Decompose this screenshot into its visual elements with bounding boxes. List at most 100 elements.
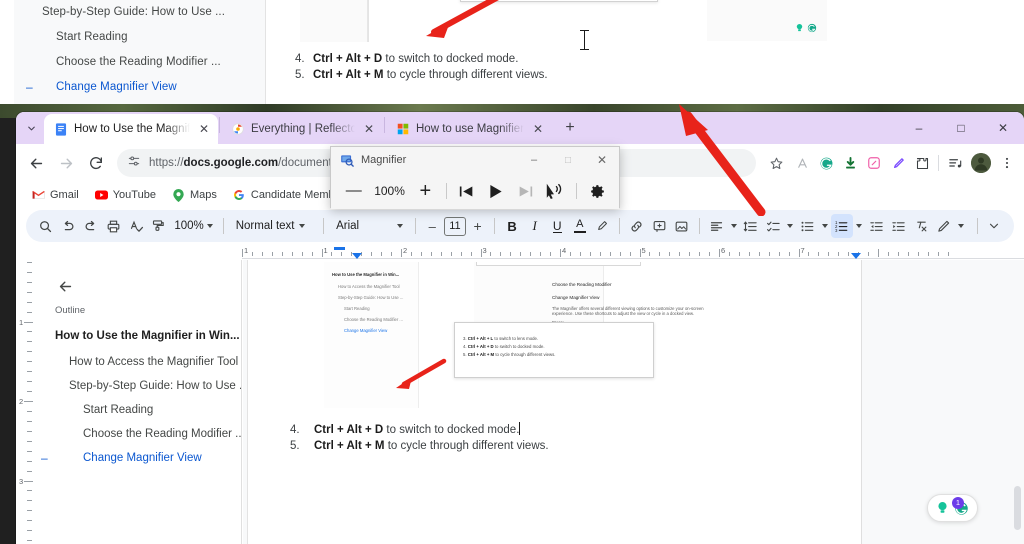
bookmark-gmail[interactable]: Gmail — [26, 186, 85, 205]
read-from-here-cursor-icon[interactable] — [539, 178, 568, 204]
magnifier-zoom-in-button[interactable]: + — [413, 178, 439, 204]
play-icon[interactable] — [481, 178, 512, 204]
increase-indent-icon[interactable] — [888, 214, 910, 238]
bookmark-youtube[interactable]: YouTube — [89, 186, 162, 205]
outline-item-start-reading[interactable]: Start Reading — [38, 398, 241, 422]
grammarly-logo-wrap[interactable]: 1 — [954, 501, 969, 516]
line-text: to switch to docked mode. — [383, 424, 519, 436]
numbered-list-icon[interactable]: 123 — [831, 214, 853, 238]
undo-icon[interactable] — [58, 214, 80, 238]
embedded-outline-item: How to Access the Magnifier Tool — [338, 284, 400, 289]
close-button[interactable]: ✕ — [982, 112, 1024, 144]
outline-item-reading-modifier[interactable]: Choose the Reading Modifier ... — [38, 422, 241, 446]
font-size-input[interactable]: 11 — [444, 217, 466, 236]
bulleted-list-dropdown-caret[interactable] — [819, 214, 830, 238]
magnifier-zoom-out-button[interactable]: — — [341, 178, 367, 204]
vertical-scrollbar-thumb[interactable] — [1014, 486, 1021, 530]
insert-image-icon[interactable] — [671, 214, 693, 238]
tune-icon[interactable] — [127, 154, 141, 173]
checklist-dropdown-caret[interactable] — [785, 214, 796, 238]
next-icon[interactable] — [514, 178, 538, 204]
purple-pen-extension-icon[interactable] — [887, 150, 909, 176]
bulleted-list-icon[interactable] — [797, 214, 819, 238]
add-comment-icon[interactable] — [649, 214, 671, 238]
bookmark-maps[interactable]: Maps — [166, 186, 223, 205]
editing-mode-pen-icon[interactable] — [933, 214, 955, 238]
pink-box-extension-icon[interactable] — [863, 150, 885, 176]
tab-search-button[interactable] — [18, 112, 44, 144]
more-options-chevron-icon[interactable] — [983, 214, 1005, 238]
tab-reflector[interactable]: Everything | Reflector Media Ed ✕ — [221, 114, 383, 144]
a-extension-icon[interactable] — [791, 150, 813, 176]
tab-docs[interactable]: How to Use the Magnifier in W ✕ — [44, 114, 218, 144]
document-page[interactable]: How to Use the Magnifier in Win... How t… — [248, 260, 861, 544]
paint-format-icon[interactable] — [148, 214, 170, 238]
tab-close-button[interactable]: ✕ — [531, 122, 545, 136]
ruler-tick — [669, 252, 670, 256]
forward-button[interactable] — [52, 149, 80, 177]
print-icon[interactable] — [103, 214, 125, 238]
avatar[interactable] — [971, 153, 991, 173]
minimize-button[interactable]: – — [898, 112, 940, 144]
bookmark-star-button[interactable] — [763, 150, 789, 176]
grammarly-extension-icon[interactable] — [815, 150, 837, 176]
align-left-icon[interactable] — [706, 214, 728, 238]
first-line-indent-marker[interactable] — [334, 247, 345, 250]
align-dropdown-caret[interactable] — [728, 214, 739, 238]
gear-icon[interactable] — [585, 178, 609, 204]
previous-icon[interactable] — [455, 178, 479, 204]
tab-close-button[interactable]: ✕ — [362, 122, 376, 136]
side-panel-icon[interactable] — [944, 150, 966, 176]
zoom-dropdown[interactable]: 100% — [170, 220, 216, 232]
increase-font-size-button[interactable]: + — [467, 214, 489, 238]
magnifier-title-bar[interactable]: Magnifier – □ ✕ — [331, 147, 619, 173]
ruler-tick — [590, 252, 591, 256]
highlight-pen-icon[interactable] — [592, 214, 614, 238]
horizontal-ruler[interactable]: 11234567 — [242, 246, 1024, 260]
text-color-button[interactable]: A — [569, 214, 591, 238]
new-tab-button[interactable]: + — [557, 115, 583, 141]
tab-magnifier-help[interactable]: How to use Magnifier reading ✕ — [386, 114, 552, 144]
document-body-lines[interactable]: 4. Ctrl + Alt + D to switch to docked mo… — [290, 422, 549, 454]
back-button[interactable] — [22, 149, 50, 177]
clear-formatting-icon[interactable] — [911, 214, 933, 238]
magnifier-window[interactable]: Magnifier – □ ✕ — 100% + — [330, 146, 620, 208]
kebab-menu-icon[interactable] — [996, 150, 1018, 176]
download-icon[interactable] — [839, 150, 861, 176]
link-icon[interactable] — [626, 214, 648, 238]
reload-button[interactable] — [82, 149, 110, 177]
magnifier-maximize-button[interactable]: □ — [551, 147, 585, 173]
redo-icon[interactable] — [80, 214, 102, 238]
paragraph-style-dropdown[interactable]: Normal text — [230, 220, 317, 232]
ruler-tick — [928, 252, 929, 256]
maximize-button[interactable]: □ — [940, 112, 982, 144]
left-indent-marker[interactable] — [352, 253, 362, 259]
outline-item-change-magnifier-view[interactable]: – Change Magnifier View — [38, 446, 241, 470]
vertical-ruler[interactable]: 1234 — [16, 260, 38, 544]
line-spacing-icon[interactable] — [740, 214, 762, 238]
underline-button[interactable]: U — [546, 214, 568, 238]
italic-button[interactable]: I — [524, 214, 546, 238]
outline-item-access-tool[interactable]: How to Access the Magnifier Tool — [38, 350, 241, 374]
checklist-icon[interactable] — [762, 214, 784, 238]
outline-item-doc-title[interactable]: How to Use the Magnifier in Win... — [38, 322, 241, 350]
decrease-indent-icon[interactable] — [866, 214, 888, 238]
document-canvas[interactable]: How to Use the Magnifier in Win... How t… — [243, 260, 1024, 544]
outline-item-step-guide[interactable]: Step-by-Step Guide: How to Use ... — [38, 374, 241, 398]
magnifier-close-button[interactable]: ✕ — [585, 147, 619, 173]
decrease-font-size-button[interactable]: – — [421, 214, 443, 238]
right-indent-marker[interactable] — [851, 253, 861, 259]
search-icon[interactable] — [35, 214, 57, 238]
back-arrow-icon[interactable] — [52, 273, 78, 299]
editing-mode-dropdown-caret[interactable] — [956, 214, 967, 238]
tab-close-button[interactable]: ✕ — [197, 122, 211, 136]
magnifier-minimize-button[interactable]: – — [517, 147, 551, 173]
embedded-screenshot-image[interactable]: How to Use the Magnifier in Win... How t… — [324, 262, 724, 408]
numbered-list-dropdown-caret[interactable] — [854, 214, 865, 238]
font-dropdown[interactable]: Arial — [330, 220, 408, 232]
lightbulb-icon[interactable] — [936, 501, 949, 515]
bold-button[interactable]: B — [501, 214, 523, 238]
extensions-puzzle-icon[interactable] — [911, 150, 933, 176]
spellcheck-icon[interactable] — [125, 214, 147, 238]
grammarly-floating-widget[interactable]: 1 — [927, 494, 978, 522]
